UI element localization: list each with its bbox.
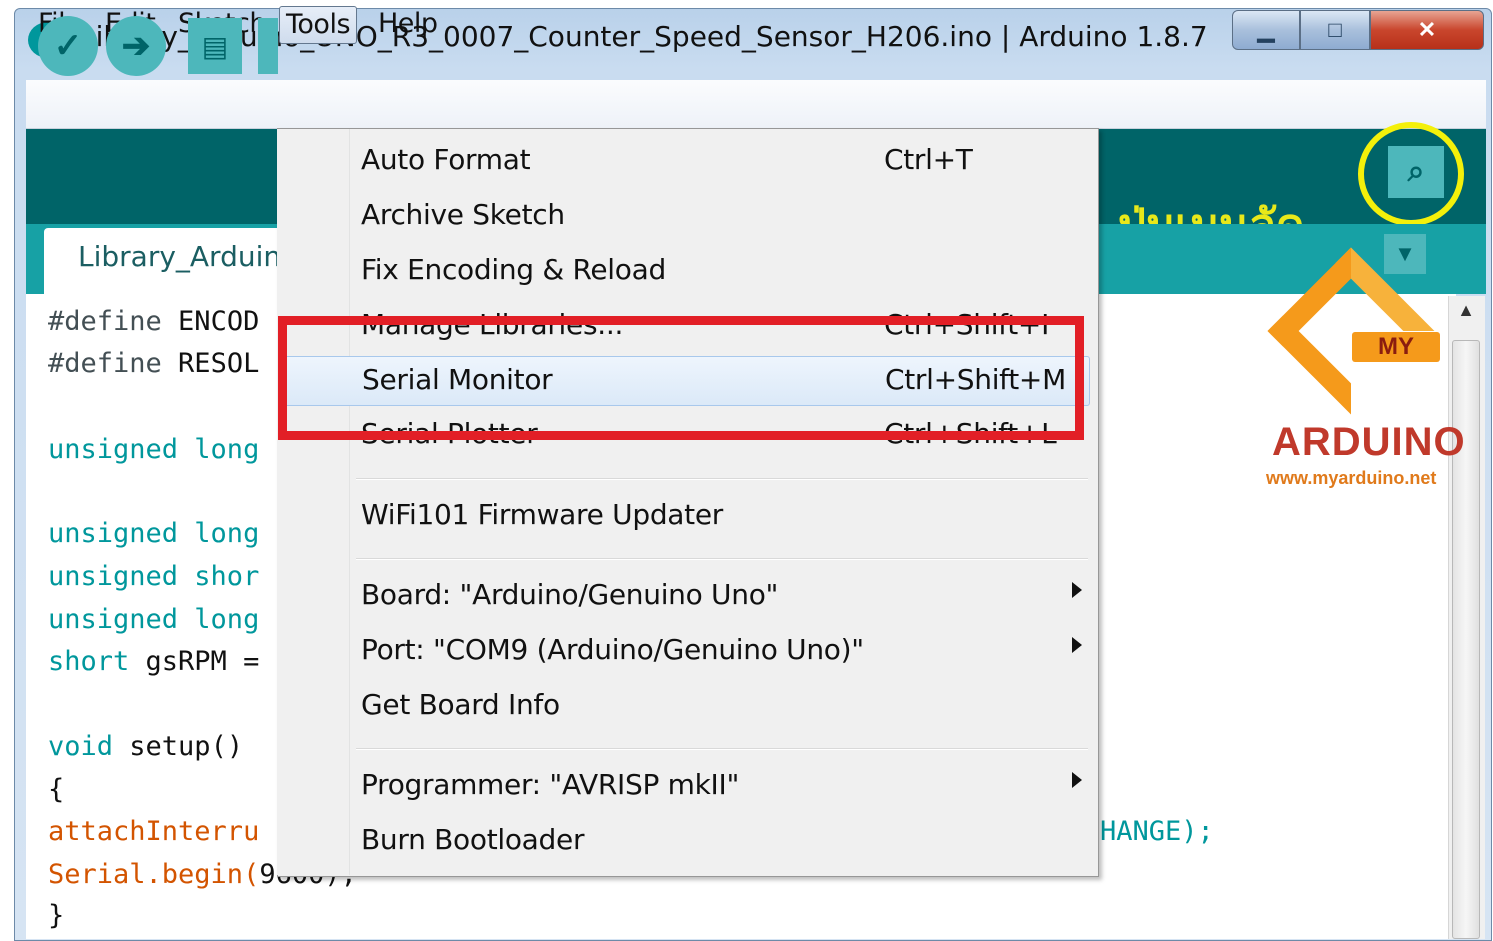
menu-help[interactable]: Help <box>372 6 444 42</box>
menu-item-get-board-info[interactable]: Get Board Info <box>284 682 1090 732</box>
menu-item-label: Board: "Arduino/Genuino Uno" <box>361 578 779 611</box>
code-line: unsigned long <box>48 518 260 549</box>
verify-button[interactable]: ✓ <box>38 16 98 76</box>
arrow-right-icon: ➔ <box>121 27 151 65</box>
code-line: attachInterru <box>48 816 260 847</box>
sketch-tab-label: Library_Arduin <box>78 240 282 273</box>
new-sketch-button[interactable]: ▤ <box>188 18 242 74</box>
submenu-arrow-icon <box>1072 637 1082 653</box>
checkmark-icon: ✓ <box>53 27 83 65</box>
logo-url-text: www.myarduino.net <box>1266 468 1437 488</box>
code-line: #define RESOL <box>48 348 260 379</box>
menu-item-board[interactable]: Board: "Arduino/Genuino Uno" <box>284 572 1090 622</box>
code-line: { <box>48 774 65 805</box>
open-sketch-button[interactable] <box>258 18 278 74</box>
code-line: unsigned shor <box>48 561 260 592</box>
upload-button[interactable]: ➔ <box>106 16 166 76</box>
menu-item-label: Archive Sketch <box>361 198 565 231</box>
menu-item-label: Programmer: "AVRISP mkII" <box>361 768 740 801</box>
code-line: unsigned long <box>48 434 260 465</box>
maximize-icon: □ <box>1328 17 1342 42</box>
menu-item-label: WiFi101 Firmware Updater <box>361 498 723 531</box>
close-button[interactable]: ✕ <box>1370 10 1484 50</box>
serial-monitor-highlight-box <box>278 316 1084 440</box>
submenu-arrow-icon <box>1072 582 1082 598</box>
menu-item-label: Fix Encoding & Reload <box>361 253 666 286</box>
menu-item-fix-encoding[interactable]: Fix Encoding & Reload <box>284 247 1090 297</box>
maximize-button[interactable]: □ <box>1300 10 1370 50</box>
menu-separator <box>356 748 1088 750</box>
minimize-icon: ▁ <box>1257 17 1275 42</box>
menu-separator <box>356 478 1088 480</box>
menu-item-port[interactable]: Port: "COM9 (Arduino/Genuino Uno)" <box>284 627 1090 677</box>
code-line: #define ENCOD <box>48 306 260 337</box>
chevron-down-icon: ▼ <box>1394 241 1416 266</box>
minimize-button[interactable]: ▁ <box>1232 10 1300 50</box>
menu-item-label: Burn Bootloader <box>361 823 585 856</box>
code-line: short gsRPM = <box>48 646 260 677</box>
code-line: void setup() <box>48 731 244 762</box>
logo-brand-text: ARDUINO <box>1272 420 1466 464</box>
menu-item-shortcut: Ctrl+T <box>884 143 973 176</box>
menu-item-wifi101-updater[interactable]: WiFi101 Firmware Updater <box>284 492 1090 542</box>
code-line: unsigned long <box>48 604 260 635</box>
menu-item-label: Auto Format <box>361 143 531 176</box>
logo-badge: MY <box>1352 332 1440 362</box>
menu-item-burn-bootloader[interactable]: Burn Bootloader <box>284 817 1090 867</box>
document-icon: ▤ <box>201 30 229 62</box>
tab-menu-button[interactable]: ▼ <box>1384 234 1426 274</box>
code-line: } <box>48 900 65 931</box>
menu-item-auto-format[interactable]: Auto Format Ctrl+T <box>284 137 1090 187</box>
menu-item-programmer[interactable]: Programmer: "AVRISP mkII" <box>284 762 1090 812</box>
menu-tools[interactable]: Tools <box>279 6 358 44</box>
menu-item-label: Port: "COM9 (Arduino/Genuino Uno)" <box>361 633 864 666</box>
scroll-up-icon[interactable]: ▲ <box>1452 300 1480 328</box>
submenu-arrow-icon <box>1072 772 1082 788</box>
code-fragment: HANGE); <box>1100 816 1214 847</box>
menu-separator <box>356 558 1088 560</box>
magnifier-icon: ⌕ <box>1407 155 1425 188</box>
menu-bar <box>26 80 1486 129</box>
serial-monitor-button[interactable]: ⌕ <box>1388 146 1444 198</box>
menu-item-label: Get Board Info <box>361 688 560 721</box>
menu-item-archive-sketch[interactable]: Archive Sketch <box>284 192 1090 242</box>
close-icon: ✕ <box>1417 17 1437 42</box>
